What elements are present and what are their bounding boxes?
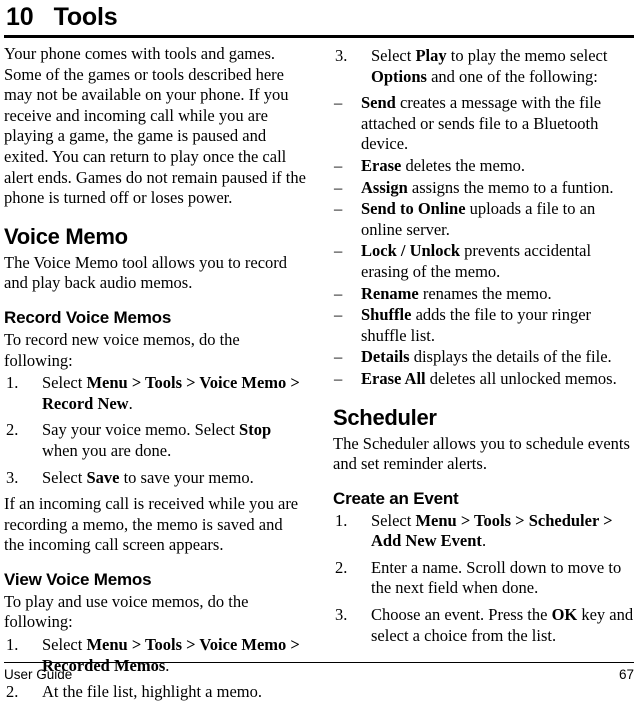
body-text: . <box>481 531 487 551</box>
dash-marker: – <box>334 241 343 261</box>
body-text: Say your voice memo. Select <box>42 420 240 440</box>
step-list-item: 2. Enter a name. Scroll down to move to t… <box>333 558 635 599</box>
two-column-body: Your phone comes with tools and games. S… <box>4 44 634 701</box>
dash-marker: – <box>334 368 343 388</box>
emphasis-text: Erase All <box>361 368 426 388</box>
emphasis-text: Send to Online <box>361 199 466 219</box>
memo-options-list: – Send creates a message with the file at… <box>333 93 635 389</box>
view-voice-memos-steps-continued: 3. Select Play to play the memo select Op… <box>333 46 635 87</box>
emphasis-text: Assign <box>361 177 408 197</box>
record-voice-memos-intro: To record new voice memos, do the follow… <box>4 329 240 370</box>
view-voice-memos-intro: To play and use voice memos, do the foll… <box>4 591 249 632</box>
emphasis-text: Options <box>371 66 427 86</box>
dash-marker: – <box>334 283 343 303</box>
option-list-item: – Assign assigns the memo to a funtion. <box>333 178 635 199</box>
section-heading-scheduler: Scheduler <box>333 404 437 430</box>
body-text: when you are done. <box>42 440 172 460</box>
emphasis-text: Erase <box>361 155 402 175</box>
left-column: Your phone comes with tools and games. S… <box>4 44 306 709</box>
emphasis-text: Shuffle <box>361 305 412 325</box>
record-voice-memos-note: If an incoming call is received while yo… <box>4 494 299 555</box>
option-list-item: – Send creates a message with the file at… <box>333 93 635 155</box>
step-number: 2. <box>6 682 19 702</box>
footer-row: User Guide 67 <box>4 666 634 683</box>
option-list-item: – Erase All deletes all unlocked memos. <box>333 369 635 390</box>
body-text: assigns the memo to a funtion. <box>407 177 614 197</box>
step-number: 3. <box>335 46 348 65</box>
body-text: creates a message with the file attached… <box>361 93 602 154</box>
body-text: deletes all unlocked memos. <box>425 368 617 388</box>
emphasis-text: Send <box>361 93 396 113</box>
section-heading-voice-memo: Voice Memo <box>4 223 128 249</box>
body-text: Select <box>371 46 416 65</box>
document-page: 10 Tools Your phone comes with tools and… <box>0 0 638 701</box>
option-list-item: – Rename renames the memo. <box>333 284 635 305</box>
step-list-item: 1. Select Menu > Tools > Voice Memo > Rec… <box>4 373 306 414</box>
body-text: Enter a name. Scroll down to move to the… <box>371 557 622 598</box>
right-column: 3. Select Play to play the memo select Op… <box>333 44 635 652</box>
footer-rule <box>4 662 634 663</box>
step-number: 3. <box>335 605 348 625</box>
body-text: and one of the following: <box>426 66 598 86</box>
subsection-heading-view-voice-memos: View Voice Memos <box>4 569 152 589</box>
emphasis-text: Rename <box>361 283 419 303</box>
scheduler-intro: The Scheduler allows you to schedule eve… <box>333 433 630 474</box>
step-number: 1. <box>6 635 19 655</box>
option-list-item: – Lock / Unlock prevents accidental erasi… <box>333 241 635 282</box>
option-list-item: – Send to Online uploads a file to an onl… <box>333 199 635 240</box>
body-text: renames the memo. <box>418 283 552 303</box>
step-list-item: 3. Select Play to play the memo select Op… <box>333 46 635 87</box>
body-text: Choose an event. Press the <box>371 605 552 625</box>
body-text: to play the memo select <box>446 46 608 65</box>
dash-marker: – <box>334 305 343 325</box>
emphasis-text: Details <box>361 347 410 367</box>
body-text: . <box>128 393 133 413</box>
emphasis-text: Lock / Unlock <box>361 241 461 261</box>
subsection-heading-create-an-event: Create an Event <box>333 488 459 508</box>
step-list-item: 1. Select Menu > Tools > Scheduler > Add … <box>333 511 635 552</box>
voice-memo-intro: The Voice Memo tool allows you to record… <box>4 252 288 293</box>
option-list-item: – Details displays the details of the fil… <box>333 347 635 368</box>
dash-marker: – <box>334 347 343 367</box>
emphasis-text: OK <box>551 605 578 625</box>
step-number: 3. <box>6 467 19 487</box>
emphasis-text: Play <box>415 46 447 65</box>
emphasis-text: Save <box>86 467 120 487</box>
body-text: to save your memo. <box>119 467 254 487</box>
chapter-header: 10 Tools <box>4 0 634 38</box>
body-text: Select <box>371 510 416 530</box>
footer-document-title: User Guide <box>4 667 73 682</box>
step-number: 1. <box>6 373 19 393</box>
chapter-intro-paragraph: Your phone comes with tools and games. S… <box>4 44 306 208</box>
step-number: 2. <box>335 557 348 577</box>
dash-marker: – <box>334 177 343 197</box>
option-list-item: – Erase deletes the memo. <box>333 156 635 177</box>
step-number: 2. <box>6 420 19 440</box>
option-list-item: – Shuffle adds the file to your ringer sh… <box>333 305 635 346</box>
dash-marker: – <box>334 93 343 113</box>
step-list-item: 2. At the file list, highlight a memo. <box>4 682 306 703</box>
step-number: 1. <box>335 510 348 530</box>
page-title: 10 Tools <box>6 3 118 31</box>
step-list-item: 3. Select Save to save your memo. <box>4 468 306 489</box>
dash-marker: – <box>334 155 343 175</box>
header-rule <box>4 35 634 38</box>
emphasis-text: Stop <box>239 420 272 440</box>
create-an-event-steps: 1. Select Menu > Tools > Scheduler > Add … <box>333 511 635 647</box>
subsection-heading-record-voice-memos: Record Voice Memos <box>4 307 172 327</box>
record-voice-memos-steps: 1. Select Menu > Tools > Voice Memo > Rec… <box>4 373 306 488</box>
body-text: displays the details of the file. <box>409 347 612 367</box>
footer-page-number: 67 <box>618 667 634 682</box>
body-text: Select <box>42 635 87 655</box>
body-text: At the file list, highlight a memo. <box>42 682 262 702</box>
body-text: deletes the memo. <box>401 155 526 175</box>
dash-marker: – <box>334 199 343 219</box>
step-list-item: 3. Choose an event. Press the OK key and … <box>333 605 635 646</box>
body-text: Select <box>42 373 87 393</box>
page-footer: User Guide 67 <box>4 662 634 683</box>
step-list-item: 2. Say your voice memo. Select Stop when … <box>4 420 306 461</box>
body-text: Select <box>42 467 87 487</box>
